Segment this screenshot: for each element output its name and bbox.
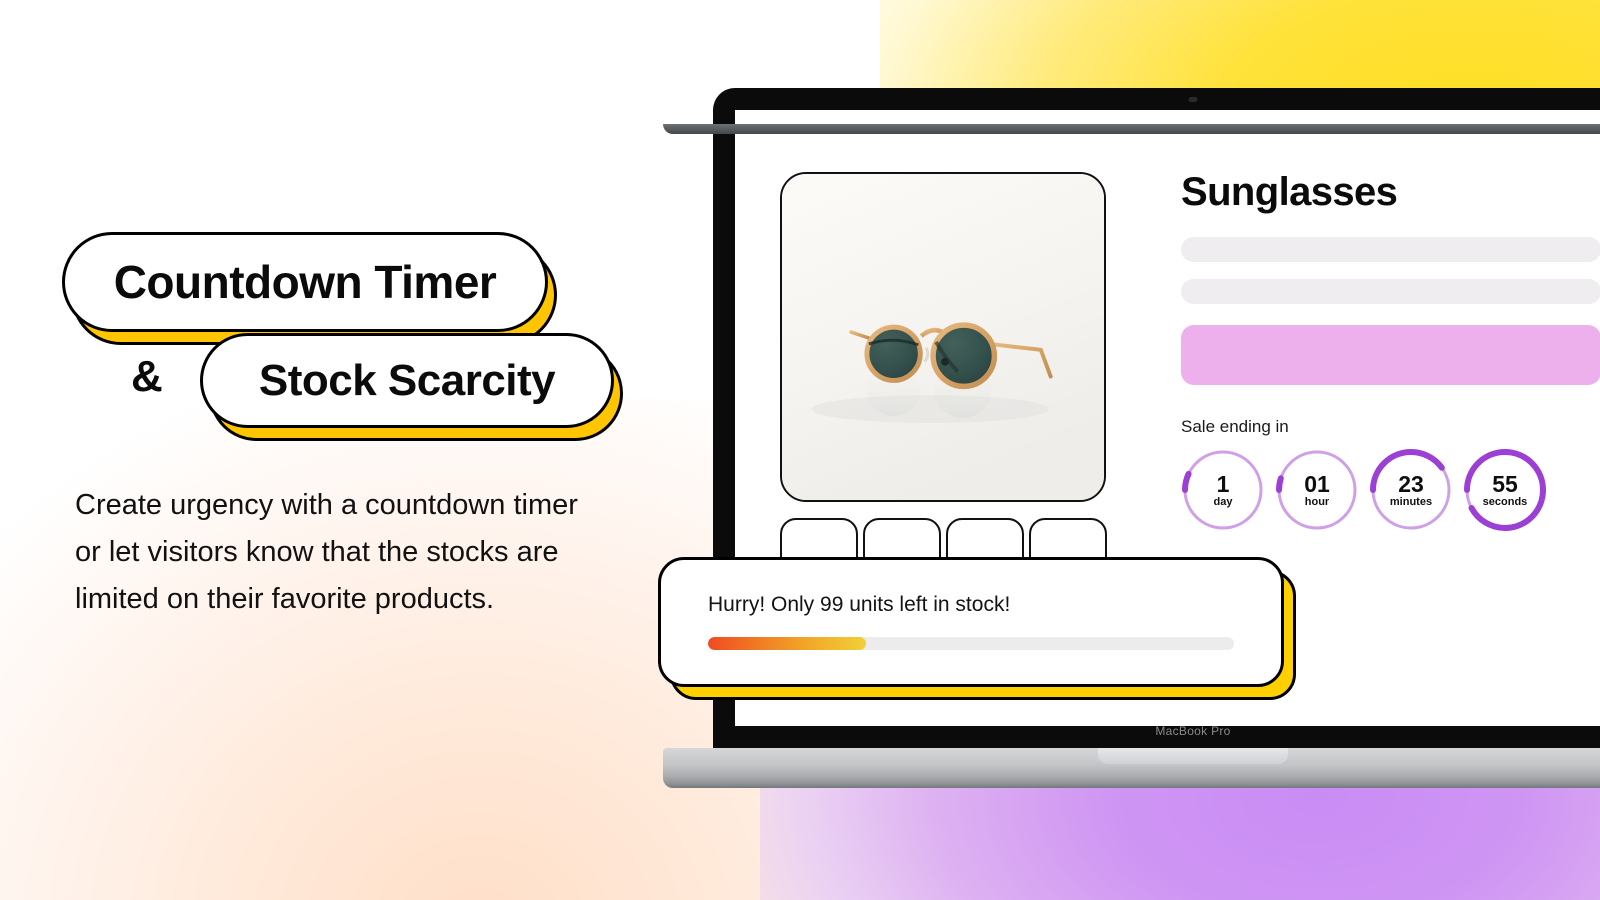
left-content-panel: Countdown Timer & Stock Scarcity Create … <box>0 0 660 900</box>
description-placeholder-line <box>1181 237 1600 262</box>
stock-progress-fill <box>708 637 866 650</box>
countdown-unit-label: minutes <box>1389 495 1433 508</box>
countdown-unit-day: 1 day <box>1181 448 1265 532</box>
pill-body: Stock Scarcity <box>200 333 614 428</box>
stock-progress-track <box>708 637 1234 650</box>
countdown-unit-label: seconds <box>1482 495 1528 508</box>
laptop-base <box>663 748 1600 788</box>
body-paragraph: Create urgency with a countdown timer or… <box>75 489 578 615</box>
countdown-value: 55 <box>1492 470 1518 497</box>
countdown-timer: 1 day 01 hour 23 minutes 55 seconds <box>1181 448 1600 532</box>
countdown-unit-seconds: 55 seconds <box>1463 448 1547 532</box>
laptop-foot <box>663 124 1600 134</box>
countdown-value: 1 <box>1216 470 1230 497</box>
laptop-model-label: MacBook Pro <box>1155 724 1231 738</box>
product-details: Sunglasses Sale ending in 1 day 01 hour … <box>1181 170 1600 532</box>
pill-body: Countdown Timer <box>62 232 548 332</box>
headline-ampersand: & <box>131 352 163 401</box>
sunglasses-icon <box>782 174 1104 500</box>
headline-pill-countdown-timer: Countdown Timer <box>62 232 557 345</box>
webcam-icon <box>1188 97 1198 102</box>
canvas: Countdown Timer & Stock Scarcity Create … <box>0 0 1600 900</box>
product-image[interactable] <box>780 172 1106 502</box>
description-placeholder-line <box>1181 279 1600 304</box>
headline-pill-stock-scarcity: Stock Scarcity <box>200 333 623 441</box>
countdown-unit-minutes: 23 minutes <box>1369 448 1453 532</box>
countdown-value: 01 <box>1304 470 1330 497</box>
headline-line-1: Countdown Timer <box>113 256 497 308</box>
add-to-cart-button[interactable] <box>1181 325 1600 385</box>
stock-scarcity-notification: Hurry! Only 99 units left in stock! <box>658 557 1298 702</box>
countdown-value: 23 <box>1398 470 1424 497</box>
product-title: Sunglasses <box>1181 170 1398 214</box>
countdown-unit-hour: 01 hour <box>1275 448 1359 532</box>
headline-line-2: Stock Scarcity <box>258 355 556 405</box>
countdown-unit-label: day <box>1213 495 1233 508</box>
notification-card[interactable]: Hurry! Only 99 units left in stock! <box>658 557 1284 687</box>
product-gallery <box>780 172 1107 596</box>
notification-message: Hurry! Only 99 units left in stock! <box>708 593 1011 616</box>
countdown-unit-label: hour <box>1304 495 1330 508</box>
sale-ending-label: Sale ending in <box>1181 417 1289 436</box>
